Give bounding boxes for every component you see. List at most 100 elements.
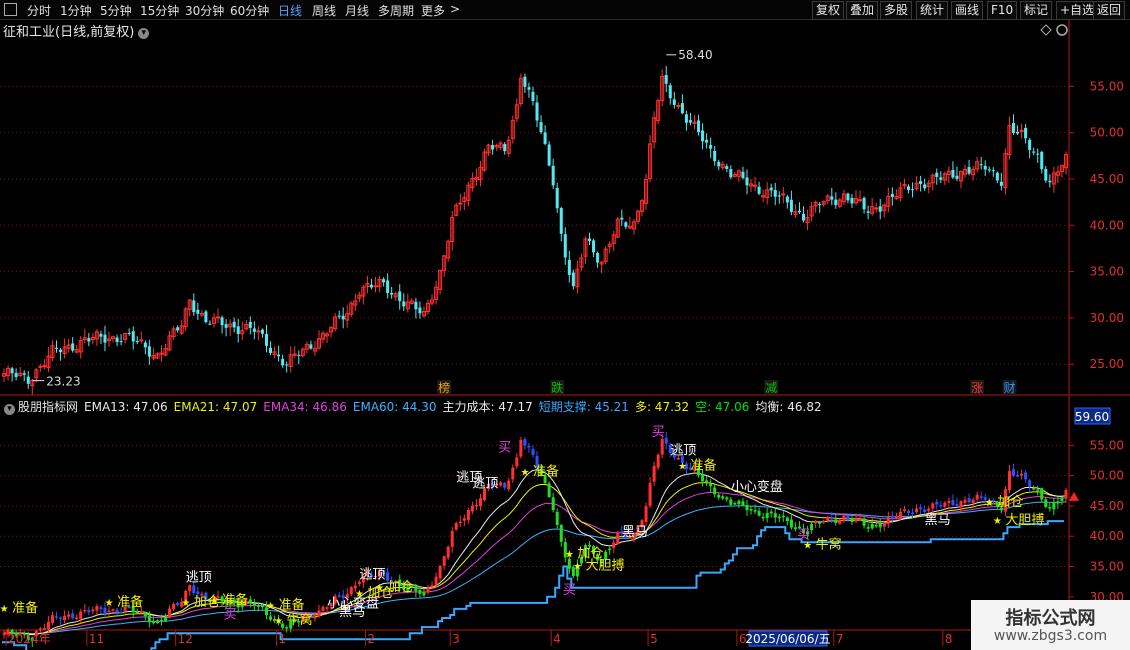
- indicator-candle-body: [418, 589, 422, 594]
- panel-toggle-icon[interactable]: [4, 3, 17, 16]
- indicator-candle-body: [983, 497, 987, 500]
- period-2[interactable]: 5分钟: [100, 2, 132, 19]
- action-2[interactable]: 多股: [880, 1, 913, 20]
- gear-icon[interactable]: [1056, 24, 1068, 36]
- period-10[interactable]: 更多: [421, 2, 445, 19]
- period-6[interactable]: 日线: [278, 2, 302, 19]
- indicator-candle-body: [236, 602, 240, 608]
- period-5[interactable]: 60分钟: [230, 2, 269, 19]
- diamond-icon[interactable]: [1040, 24, 1052, 36]
- indicator-candle-body: [886, 517, 890, 524]
- indicator-candle-body: [1052, 502, 1056, 510]
- support-line: [2, 520, 1064, 650]
- signal-label-24: 小心变盘: [731, 479, 783, 495]
- action-3[interactable]: 统计: [916, 1, 949, 20]
- indicator-candle-body: [939, 504, 943, 507]
- indicator-candle-body: [378, 571, 382, 577]
- signal-label-11: 加仓: [367, 586, 393, 601]
- time-label-3: 1: [279, 632, 287, 646]
- candle-body: [664, 74, 668, 84]
- candle-body: [486, 144, 491, 154]
- indicator-candle-body: [442, 556, 446, 566]
- indicator-candle-body: [446, 546, 450, 558]
- candle-body: [720, 163, 725, 169]
- indicator-candle-body: [854, 518, 858, 522]
- indicator-candle-body: [519, 440, 523, 457]
- candle-body: [1003, 152, 1008, 189]
- low-price-label: 23.23: [46, 375, 80, 389]
- indicator-menu-icon[interactable]: ▾: [4, 404, 15, 415]
- candle-body: [220, 317, 224, 326]
- indicator-candle-body: [579, 557, 583, 564]
- action-1[interactable]: 叠加: [846, 1, 879, 20]
- indicator-candle-body: [951, 500, 955, 506]
- candle-body: [919, 181, 923, 184]
- candle-body: [458, 202, 463, 205]
- indicator-candle-body: [1011, 469, 1016, 476]
- candle-body: [813, 201, 818, 207]
- action-4[interactable]: 画线: [951, 1, 984, 20]
- action-5[interactable]: F10: [987, 1, 1018, 20]
- action-6[interactable]: 标记: [1020, 1, 1053, 20]
- candle-body: [523, 76, 527, 87]
- period-9[interactable]: 多周期: [378, 2, 414, 19]
- period-8[interactable]: 月线: [345, 2, 369, 19]
- candle-body: [54, 347, 59, 349]
- indicator-candle-body: [264, 607, 268, 616]
- period-0[interactable]: 分时: [27, 2, 51, 19]
- indicator-candle-body: [923, 509, 927, 513]
- indicator-candle-body: [814, 521, 818, 524]
- action-0[interactable]: 复权: [812, 1, 845, 20]
- indicator-candle-body: [212, 596, 216, 601]
- indicator-candle-body: [285, 627, 289, 629]
- candle-body: [668, 85, 672, 99]
- signal-label-16: 准备: [533, 464, 559, 480]
- indicator-candle-body: [511, 467, 515, 480]
- chevron-right-icon[interactable]: >: [450, 2, 460, 16]
- action-7[interactable]: +自选: [1056, 1, 1099, 20]
- candle-body: [1044, 168, 1048, 181]
- action-8[interactable]: 返回: [1093, 1, 1126, 20]
- star-icon: ★: [375, 583, 384, 594]
- time-label-7: 5: [650, 632, 658, 646]
- indicator-candle-body: [733, 502, 737, 505]
- indicator-candle-body: [119, 611, 123, 614]
- candle-body: [761, 195, 766, 198]
- candle-body: [946, 170, 951, 175]
- candle-body: [462, 197, 467, 203]
- indicator-candle-body: [761, 516, 765, 519]
- candle-body: [450, 216, 455, 243]
- candle-body: [543, 132, 547, 144]
- stock-title[interactable]: 征和工业(日线,前复权) ▾: [3, 21, 150, 40]
- period-7[interactable]: 周线: [312, 2, 336, 19]
- candle-body: [850, 197, 854, 204]
- indicator-candle-body: [297, 621, 301, 623]
- indicator-candle-body: [503, 483, 507, 488]
- signal-label-27: 黑马: [925, 513, 951, 528]
- period-1[interactable]: 1分钟: [60, 2, 92, 19]
- indicator-candle-body: [325, 607, 329, 609]
- kline-chart[interactable]: 55.00 50.00 45.00 40.00 35.00 30.00 25.00 55.00…: [0, 0, 1130, 650]
- indicator-candle-body: [632, 534, 636, 539]
- indicator-candle-body: [196, 591, 200, 595]
- candle-body: [514, 104, 519, 119]
- indicator-candle-body: [232, 599, 236, 604]
- indicator-candle-body: [139, 611, 143, 613]
- candle-body: [216, 316, 221, 319]
- indicator-candle-body: [870, 523, 874, 529]
- star-icon: ★: [565, 549, 574, 560]
- candle-body: [357, 294, 362, 299]
- candle-body: [474, 177, 479, 181]
- indicator-candle-body: [765, 512, 769, 519]
- indicator-candle-body: [434, 576, 438, 585]
- candle-body: [858, 199, 863, 202]
- candle-body: [773, 190, 777, 197]
- candle-body: [846, 193, 850, 201]
- indicator-item-4: 主力成本: 47.17: [442, 400, 533, 414]
- indicator-candle-body: [979, 496, 983, 498]
- indicator-candle-body: [1064, 489, 1068, 499]
- period-4[interactable]: 30分钟: [185, 2, 224, 19]
- chevron-down-icon[interactable]: ▾: [138, 28, 150, 39]
- indicator-candle-body: [321, 606, 325, 611]
- period-3[interactable]: 15分钟: [140, 2, 179, 19]
